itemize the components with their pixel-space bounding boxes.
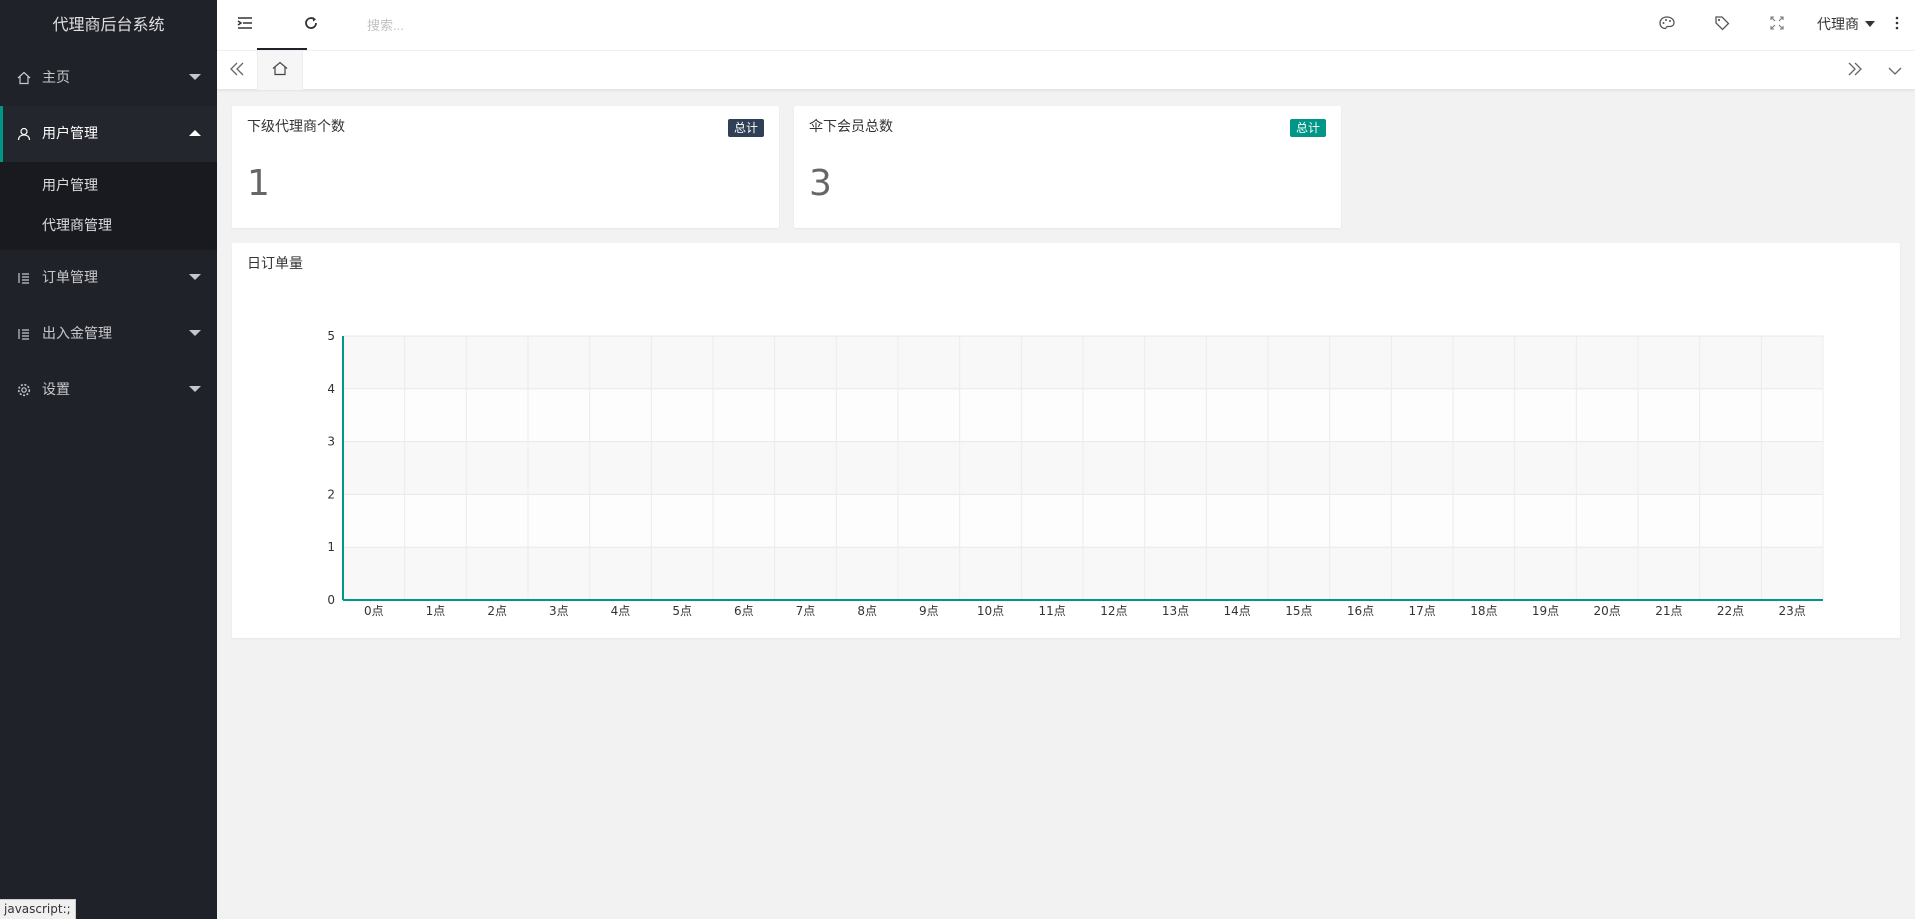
x-tick-label: 21点 xyxy=(1655,604,1682,618)
x-tick-label: 9点 xyxy=(919,604,939,618)
y-tick-label: 2 xyxy=(327,487,335,501)
sidebar-item-user-management[interactable]: 用户管理 xyxy=(0,106,217,162)
x-tick-label: 19点 xyxy=(1532,604,1559,618)
x-tick-label: 13点 xyxy=(1162,604,1189,618)
y-tick-label: 5 xyxy=(327,329,335,343)
status-bar-link: javascript:; xyxy=(0,899,76,919)
refresh-button[interactable] xyxy=(283,0,339,50)
sidebar-item-home[interactable]: 主页 xyxy=(0,50,217,106)
sidebar: 代理商后台系统 主页 用户管理 用户管理 代理商管理 订单管理 出入金管理 设置 xyxy=(0,0,217,919)
y-tick-label: 0 xyxy=(327,593,335,607)
theme-icon xyxy=(1659,16,1675,34)
tabs-dropdown-button[interactable] xyxy=(1875,51,1915,90)
chevron-down-icon xyxy=(1865,21,1875,27)
fullscreen-button[interactable] xyxy=(1757,0,1797,50)
x-tick-label: 14点 xyxy=(1224,604,1251,618)
home-icon xyxy=(16,50,32,106)
stat-card-members: 伞下会员总数 总计 3 xyxy=(794,106,1341,228)
chevron-down-icon xyxy=(189,74,201,80)
chevron-down-icon xyxy=(189,330,201,336)
x-tick-label: 8点 xyxy=(857,604,877,618)
gear-icon xyxy=(16,362,32,418)
chart-card-daily-orders: 日订单量 0 1 2 3 4 5 0点 1点 2点 3点 4点 5点 6点 7点 8点 9点 10点 11点 12点… xyxy=(232,243,1900,638)
refresh-icon xyxy=(303,15,319,35)
tabs-dropdown-icon xyxy=(1888,63,1902,79)
x-tick-label: 2点 xyxy=(487,604,507,618)
x-tick-label: 11点 xyxy=(1039,604,1066,618)
x-tick-label: 10点 xyxy=(977,604,1004,618)
x-tick-label: 16点 xyxy=(1347,604,1374,618)
top-header: 代理商 xyxy=(217,0,1915,50)
user-icon xyxy=(16,106,32,162)
menu-toggle-button[interactable] xyxy=(217,0,273,50)
tag-button[interactable] xyxy=(1702,0,1742,50)
sidebar-item-label: 设置 xyxy=(42,382,70,398)
fullscreen-icon xyxy=(1770,16,1784,34)
sidebar-item-settings[interactable]: 设置 xyxy=(0,362,217,418)
sidebar-item-label: 主页 xyxy=(42,70,70,86)
x-tick-label: 7点 xyxy=(796,604,816,618)
x-tick-label: 12点 xyxy=(1100,604,1127,618)
stat-value: 1 xyxy=(247,163,270,204)
stat-value: 3 xyxy=(809,163,832,204)
y-tick-label: 4 xyxy=(327,382,335,396)
sidebar-subitem-users[interactable]: 用户管理 xyxy=(0,166,217,206)
user-menu[interactable]: 代理商 xyxy=(1817,0,1875,50)
tabs-right-icon xyxy=(1847,62,1863,80)
tabs-bar xyxy=(217,50,1915,90)
x-tick-label: 23点 xyxy=(1779,604,1806,618)
more-button[interactable] xyxy=(1879,0,1915,50)
chevron-down-icon xyxy=(189,274,201,280)
x-tick-label: 0点 xyxy=(364,604,384,618)
user-menu-label: 代理商 xyxy=(1817,17,1859,33)
submenu-user-management: 用户管理 代理商管理 xyxy=(0,162,217,250)
app-title: 代理商后台系统 xyxy=(52,15,165,34)
sidebar-item-label: 用户管理 xyxy=(42,126,98,142)
list-icon xyxy=(16,250,32,306)
stat-card-title: 伞下会员总数 xyxy=(809,119,893,135)
y-tick-label: 3 xyxy=(327,435,335,449)
search-input[interactable] xyxy=(367,12,627,38)
x-tick-label: 15点 xyxy=(1285,604,1312,618)
status-badge: 总计 xyxy=(727,119,764,137)
tabs-left-icon xyxy=(229,62,245,80)
sidebar-subitem-agents[interactable]: 代理商管理 xyxy=(0,206,217,246)
x-tick-label: 17点 xyxy=(1409,604,1436,618)
more-icon xyxy=(1895,16,1899,34)
main-content: 下级代理商个数 总计 1 伞下会员总数 总计 3 日订单量 0 1 2 3 4 5 0点 1点… xyxy=(217,91,1915,919)
menu-toggle-icon xyxy=(237,16,253,34)
x-tick-label: 5点 xyxy=(672,604,692,618)
x-tick-label: 1点 xyxy=(426,604,446,618)
sidebar-item-orders[interactable]: 订单管理 xyxy=(0,250,217,306)
status-badge: 总计 xyxy=(1289,119,1326,137)
x-tick-label: 3点 xyxy=(549,604,569,618)
sidebar-item-label: 出入金管理 xyxy=(42,326,112,342)
tag-icon xyxy=(1714,15,1730,35)
tabs-scroll-right-button[interactable] xyxy=(1835,51,1875,90)
tabs-scroll-left-button[interactable] xyxy=(217,51,257,90)
stat-card-title: 下级代理商个数 xyxy=(247,119,345,135)
x-tick-label: 22点 xyxy=(1717,604,1744,618)
chevron-up-icon xyxy=(189,130,201,136)
tab-home[interactable] xyxy=(257,51,303,90)
x-tick-label: 20点 xyxy=(1594,604,1621,618)
sidebar-item-label: 订单管理 xyxy=(42,270,98,286)
list-icon xyxy=(16,306,32,362)
x-tick-label: 6点 xyxy=(734,604,754,618)
home-tab-icon xyxy=(272,61,288,80)
x-tick-label: 18点 xyxy=(1470,604,1497,618)
chevron-down-icon xyxy=(189,386,201,392)
x-tick-label: 4点 xyxy=(611,604,631,618)
sidebar-item-funds[interactable]: 出入金管理 xyxy=(0,306,217,362)
theme-button[interactable] xyxy=(1647,0,1687,50)
stat-card-sub-agents: 下级代理商个数 总计 1 xyxy=(232,106,779,228)
daily-orders-chart: 0 1 2 3 4 5 0点 1点 2点 3点 4点 5点 6点 7点 8点 9点 10点 11点 12点 13点 14… xyxy=(327,329,1824,618)
y-tick-label: 1 xyxy=(327,540,335,554)
